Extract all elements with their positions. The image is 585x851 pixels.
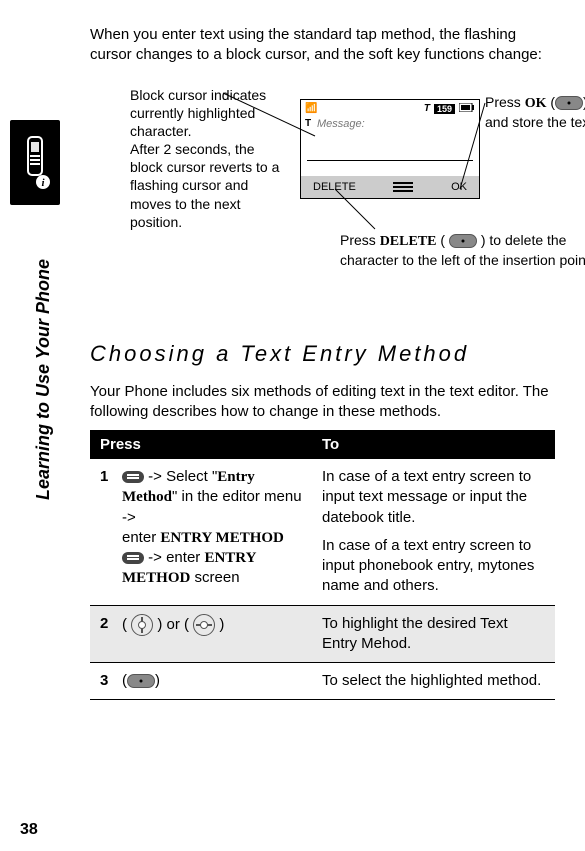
step-number: 3	[90, 663, 112, 700]
page-number: 38	[20, 821, 38, 839]
section-intro: Your Phone includes six methods of editi…	[90, 382, 555, 423]
step-number: 2	[90, 605, 112, 663]
to-cell: In case of a text entry screen to input …	[312, 459, 555, 605]
callout-delete: Press DELETE ( ) to delete the character…	[340, 231, 585, 269]
char-count-badge: 159	[434, 104, 455, 114]
data-icon: T	[424, 103, 430, 114]
to-text-1: In case of a text entry screen to input …	[322, 467, 545, 528]
softkey-icon	[127, 674, 155, 688]
t: or	[162, 615, 184, 632]
menu-indicator-icon	[393, 182, 413, 192]
menu-key-icon	[122, 552, 144, 564]
battery-icon	[459, 103, 475, 115]
to-text-2: In case of a text entry screen to input …	[322, 536, 545, 597]
press-cell: -> Select "Entry Method" in the editor m…	[112, 459, 312, 605]
text-entry-diagram: Block cursor indicates currently highlig…	[90, 81, 555, 341]
intro-paragraph: When you enter text using the standard t…	[90, 25, 555, 66]
section-heading: Choosing a Text Entry Method	[90, 341, 555, 367]
t: enter	[122, 529, 160, 546]
message-label: Message:	[301, 118, 479, 130]
callout-ok-prefix: Press	[485, 94, 525, 110]
instruction-table: Press To 1 -> Select "Entry Method" in t…	[90, 430, 555, 700]
softkey-icon	[555, 96, 583, 110]
callout-ok: Press OK () to accept and store the text…	[485, 93, 585, 131]
t: -> Select "	[144, 468, 217, 485]
softkey-right: OK	[451, 181, 467, 193]
softkey-bar: DELETE OK	[301, 176, 479, 198]
phone-screen: 📶 T 159 T Message: DELETE OK	[300, 99, 480, 199]
to-cell: To select the highlighted method.	[312, 663, 555, 700]
text-line	[307, 160, 473, 161]
nav-up-down-icon	[131, 614, 153, 636]
t: ENTRY METHOD	[160, 530, 284, 546]
t: -> enter	[144, 549, 204, 566]
step-number: 1	[90, 459, 112, 605]
press-cell: ()	[112, 663, 312, 700]
nav-left-right-icon	[193, 614, 215, 636]
softkey-left: DELETE	[313, 181, 356, 193]
menu-key-icon	[122, 471, 144, 483]
t-indicator: T	[305, 118, 311, 129]
softkey-icon	[449, 234, 477, 248]
to-cell: To highlight the desired Text Entry Meho…	[312, 605, 555, 663]
th-to: To	[312, 430, 555, 459]
t: screen	[190, 569, 239, 586]
callout-delete-key: DELETE	[380, 234, 437, 249]
table-row: 1 -> Select "Entry Method" in the editor…	[90, 459, 555, 605]
status-bar: 📶 T 159	[301, 100, 479, 118]
table-header-row: Press To	[90, 430, 555, 459]
callout-ok-key: OK	[525, 96, 547, 111]
callout-delete-prefix: Press	[340, 232, 380, 248]
table-row: 3 () To select the highlighted method.	[90, 663, 555, 700]
signal-icon: 📶	[305, 103, 317, 114]
callout-block-cursor: Block cursor indicates currently highlig…	[130, 86, 290, 232]
press-cell: ( ) or ( )	[112, 605, 312, 663]
table-row: 2 ( ) or ( ) To highlight the desired Te…	[90, 605, 555, 663]
th-press: Press	[90, 430, 312, 459]
